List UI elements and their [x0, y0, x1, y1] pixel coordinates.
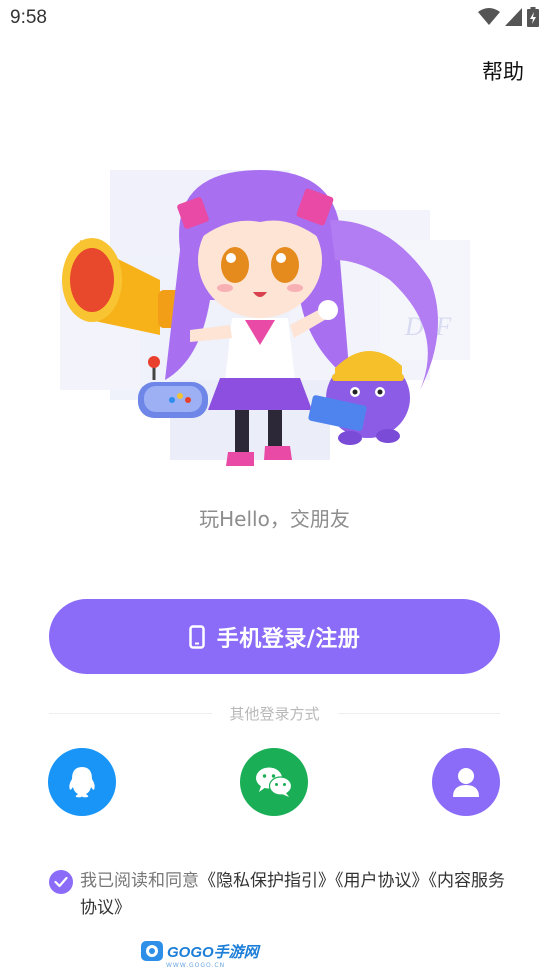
agreement-text: 我已阅读和同意《隐私保护指引》《用户协议》《内容服务协议》 [80, 868, 509, 922]
wechat-icon [256, 767, 293, 797]
gogo-logo-icon [141, 941, 163, 961]
phone-icon [188, 624, 205, 649]
qq-login-button[interactable] [48, 748, 116, 816]
hero-illustration: DvF [60, 170, 470, 466]
watermark-brand: GOGO手游网 [167, 943, 259, 961]
user-agreement-link[interactable]: 《用户协议》 [335, 871, 429, 891]
status-bar: 9:58 [0, 0, 549, 36]
wifi-icon [478, 8, 500, 25]
privacy-policy-link[interactable]: 《隐私保护指引》 [199, 871, 335, 891]
other-login-label: 其他登录方式 [229, 704, 320, 723]
phone-login-button[interactable]: 手机登录/注册 [49, 599, 500, 674]
person-icon [453, 768, 479, 797]
watermark-logo: GOGO手游网 WWW.GOGO.CN [140, 940, 259, 969]
wechat-login-button[interactable] [240, 748, 308, 816]
agreement-checkbox[interactable] [49, 870, 73, 894]
slogan-text: 玩Hello，交朋友 [199, 507, 350, 531]
status-icons [478, 7, 539, 27]
phone-login-label: 手机登录/注册 [216, 626, 361, 652]
checkmark-icon [54, 876, 68, 888]
agreement-prefix: 我已阅读和同意 [80, 871, 199, 891]
qq-penguin-icon [69, 767, 95, 798]
battery-charging-icon [527, 7, 539, 27]
watermark-url: WWW.GOGO.CN [166, 962, 226, 969]
other-login-divider: 其他登录方式 [49, 702, 501, 724]
cell-signal-icon [505, 8, 522, 26]
status-time: 9:58 [10, 7, 47, 28]
guest-login-button[interactable] [432, 748, 500, 816]
divider-line-right [337, 712, 501, 714]
agreement-row: 我已阅读和同意《隐私保护指引》《用户协议》《内容服务协议》 [49, 868, 509, 922]
divider-line-left [49, 712, 212, 714]
help-button[interactable]: 帮助 [482, 56, 524, 86]
